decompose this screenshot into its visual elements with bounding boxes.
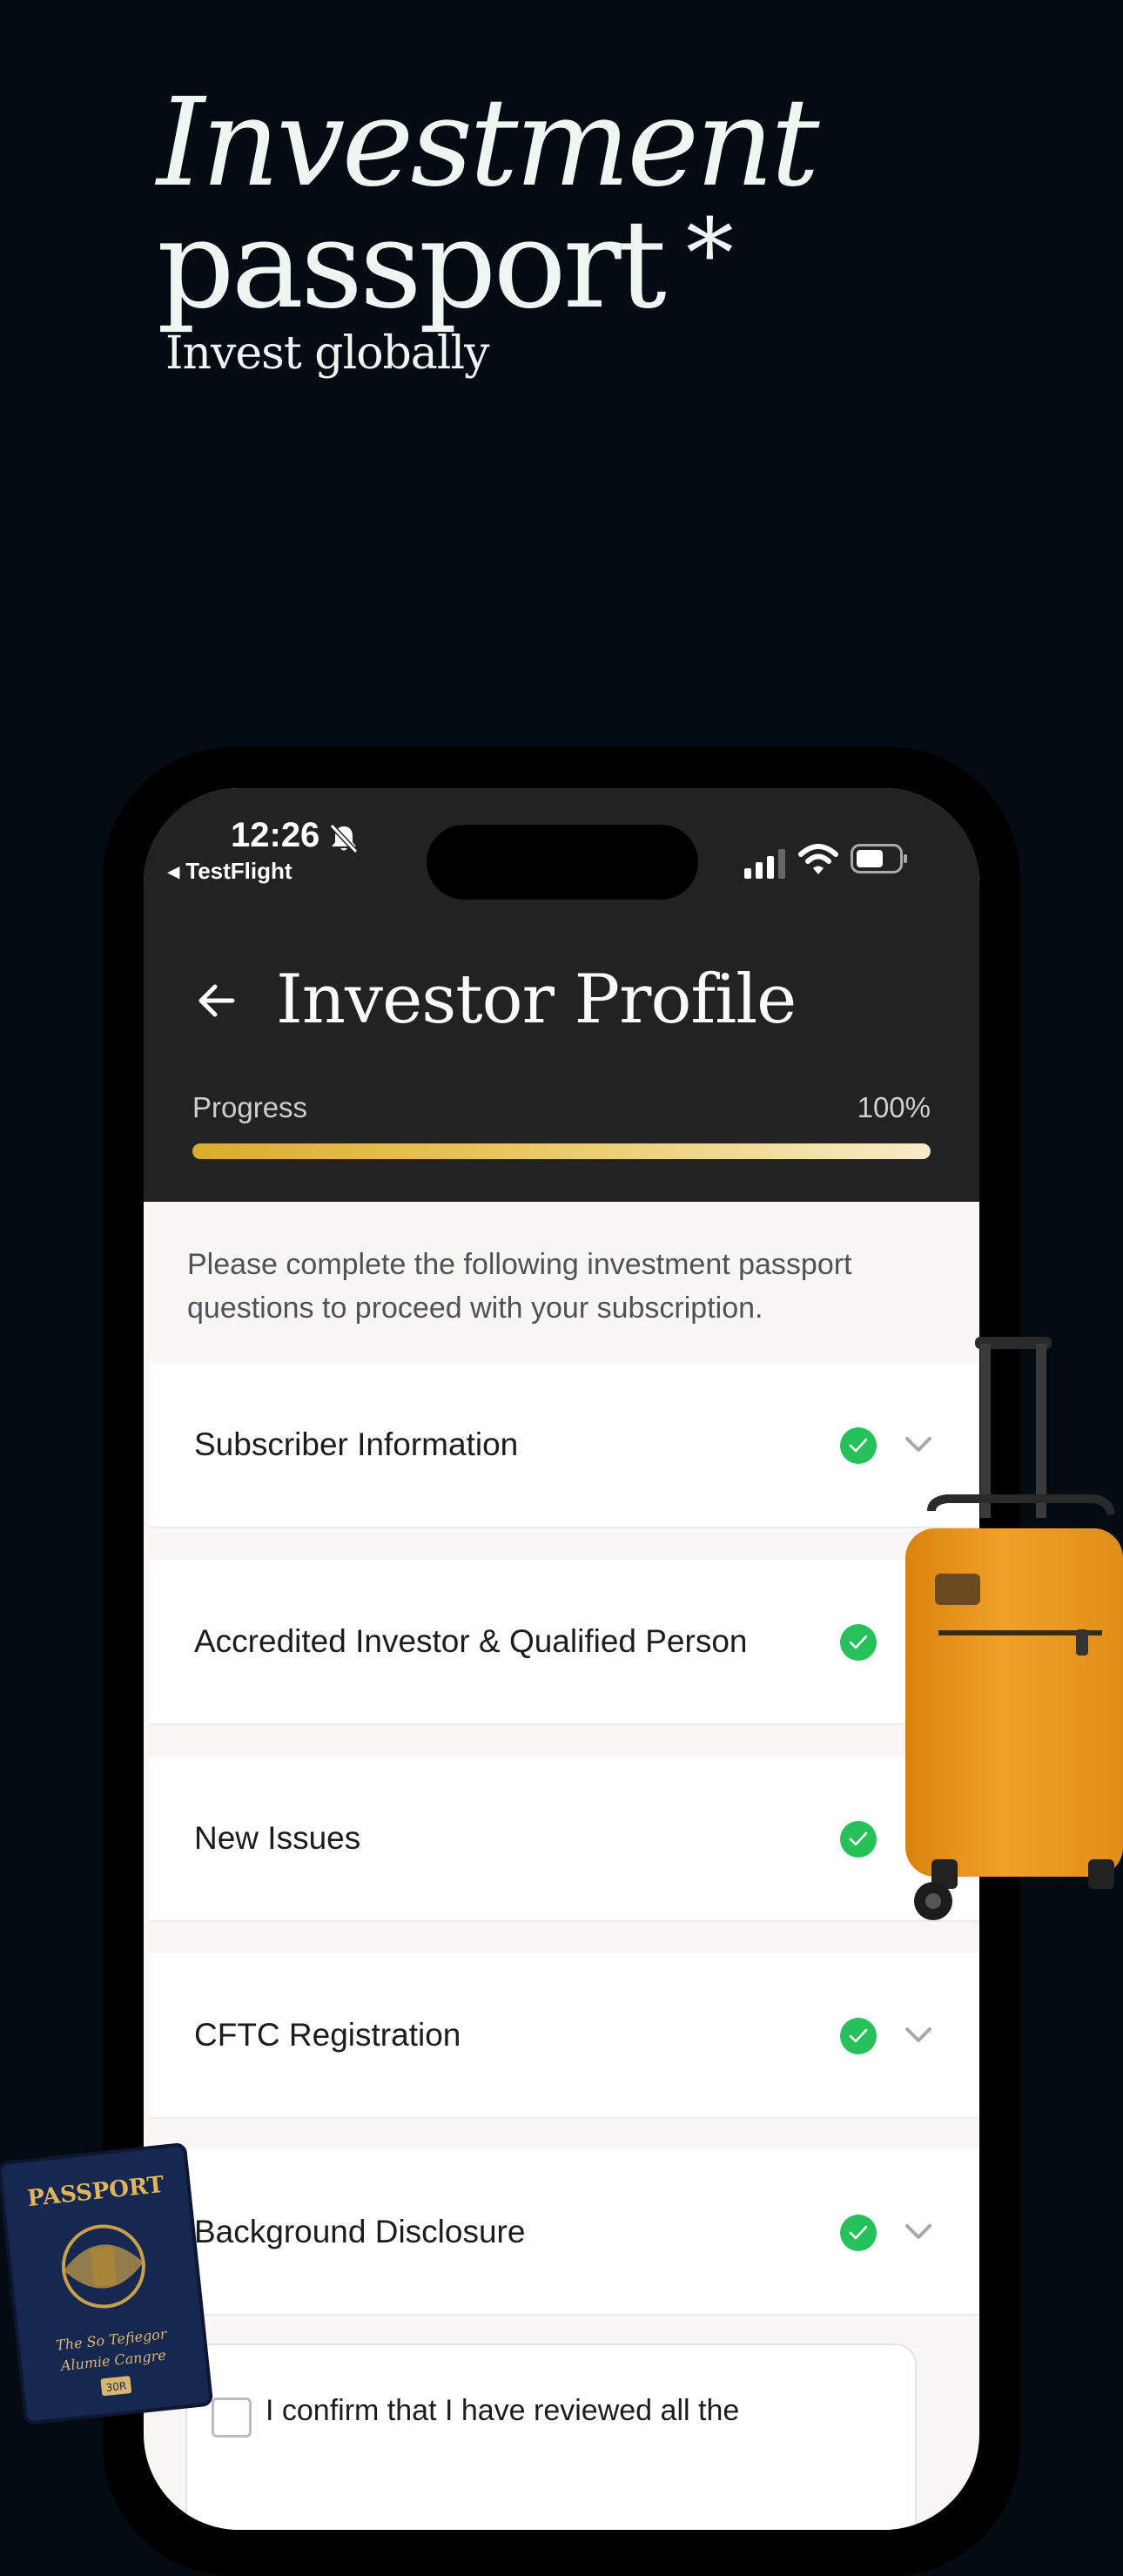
dynamic-island [427,825,698,900]
hero-title-line2: passport * [157,194,817,336]
chevron-down-icon[interactable] [904,2025,932,2046]
app-header: 12:26 ◂ TestFlight Investor Profile Prog… [144,788,979,1202]
check-circle-icon [840,2018,877,2054]
wifi-icon [798,844,838,874]
section-label: Subscriber Information [194,1426,519,1462]
progress-bar [192,1143,931,1159]
section-label: Accredited Investor & Qualified Person [194,1623,748,1659]
section-label: Background Disclosure [194,2214,526,2249]
back-arrow-icon[interactable] [194,978,239,1023]
passport-image: PASSPORT The So Tefiegor Alumie Cangre 3… [0,2143,213,2424]
luggage-image [905,1337,1123,1920]
section-background-disclosure[interactable]: Background Disclosure [149,2150,979,2314]
confirmation-card: I confirm that I have reviewed all the [185,2343,917,2530]
page-title: Investor Profile [276,961,797,1039]
section-subscriber-information[interactable]: Subscriber Information [149,1363,979,1527]
chevron-down-icon[interactable] [904,2222,932,2242]
cellular-signal-icon [744,849,785,879]
check-circle-icon [840,1427,877,1464]
progress-label: Progress [192,1091,308,1123]
section-label: New Issues [194,1820,361,1856]
back-to-testflight[interactable]: ◂ TestFlight [168,858,293,885]
phone-screen: 12:26 ◂ TestFlight Investor Profile Prog… [144,788,979,2530]
hero: Investment passport * Invest globally [157,72,820,381]
check-circle-icon [840,1821,877,1858]
section-label: CFTC Registration [194,2017,461,2053]
section-accredited-investor[interactable]: Accredited Investor & Qualified Person [149,1560,979,1723]
hero-title-word: passport [157,194,667,336]
progress-bar-fill [192,1143,931,1159]
section-cftc-registration[interactable]: CFTC Registration [149,1953,979,2117]
check-circle-icon [840,2215,877,2251]
status-time: 12:26 [231,816,320,854]
hero-title-line1: Investment [157,72,820,214]
check-circle-icon [840,1624,877,1661]
progress-value: 100% [857,1091,931,1123]
confirm-text: I confirm that I have reviewed all the [266,2394,740,2427]
battery-icon [851,844,907,873]
intro-text: Please complete the following investment… [187,1248,852,1325]
passport-badge: 30R [105,2380,127,2394]
asterisk-icon: * [685,198,734,309]
bell-muted-icon [329,823,359,854]
section-new-issues[interactable]: New Issues [149,1757,979,1920]
